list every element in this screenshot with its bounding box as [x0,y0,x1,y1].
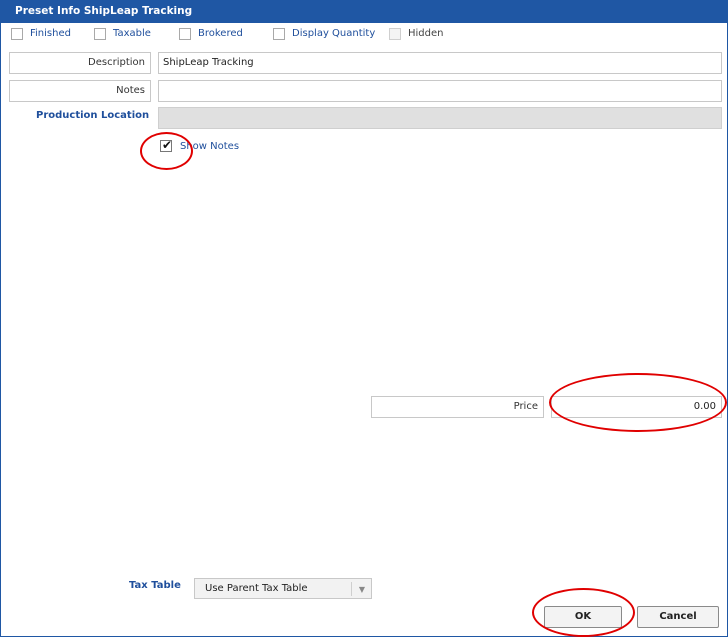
finished-checkbox[interactable] [11,28,23,40]
description-label: Description [9,52,151,74]
brokered-label[interactable]: Brokered [198,28,243,39]
annotation-circle-ok [532,588,635,637]
dialog-title: Preset Info ShipLeap Tracking [15,5,193,17]
production-location-input[interactable] [158,107,722,129]
tax-table-selected-value: Use Parent Tax Table [205,583,308,594]
cancel-button[interactable]: Cancel [637,606,719,628]
display-quantity-label[interactable]: Display Quantity [292,28,375,39]
notes-label: Notes [9,80,151,102]
price-label: Price [371,396,544,418]
preset-info-dialog: Preset Info ShipLeap Tracking Finished T… [0,0,728,637]
dropdown-arrow-icon[interactable]: ▼ [359,580,365,600]
display-quantity-checkbox[interactable] [273,28,285,40]
production-location-label: Production Location [36,110,150,121]
hidden-label: Hidden [408,28,444,39]
dialog-title-bar[interactable]: Preset Info ShipLeap Tracking [1,1,727,23]
hidden-checkbox[interactable] [389,28,401,40]
description-input[interactable]: ShipLeap Tracking [158,52,722,74]
taxable-label[interactable]: Taxable [113,28,151,39]
notes-input[interactable] [158,80,722,102]
brokered-checkbox[interactable] [179,28,191,40]
select-divider [351,582,352,596]
taxable-checkbox[interactable] [94,28,106,40]
annotation-circle-price [549,373,727,432]
finished-label[interactable]: Finished [30,28,71,39]
tax-table-label: Tax Table [129,580,181,591]
tax-table-select[interactable]: Use Parent Tax Table ▼ [194,578,372,599]
annotation-circle-show-notes [140,132,193,170]
